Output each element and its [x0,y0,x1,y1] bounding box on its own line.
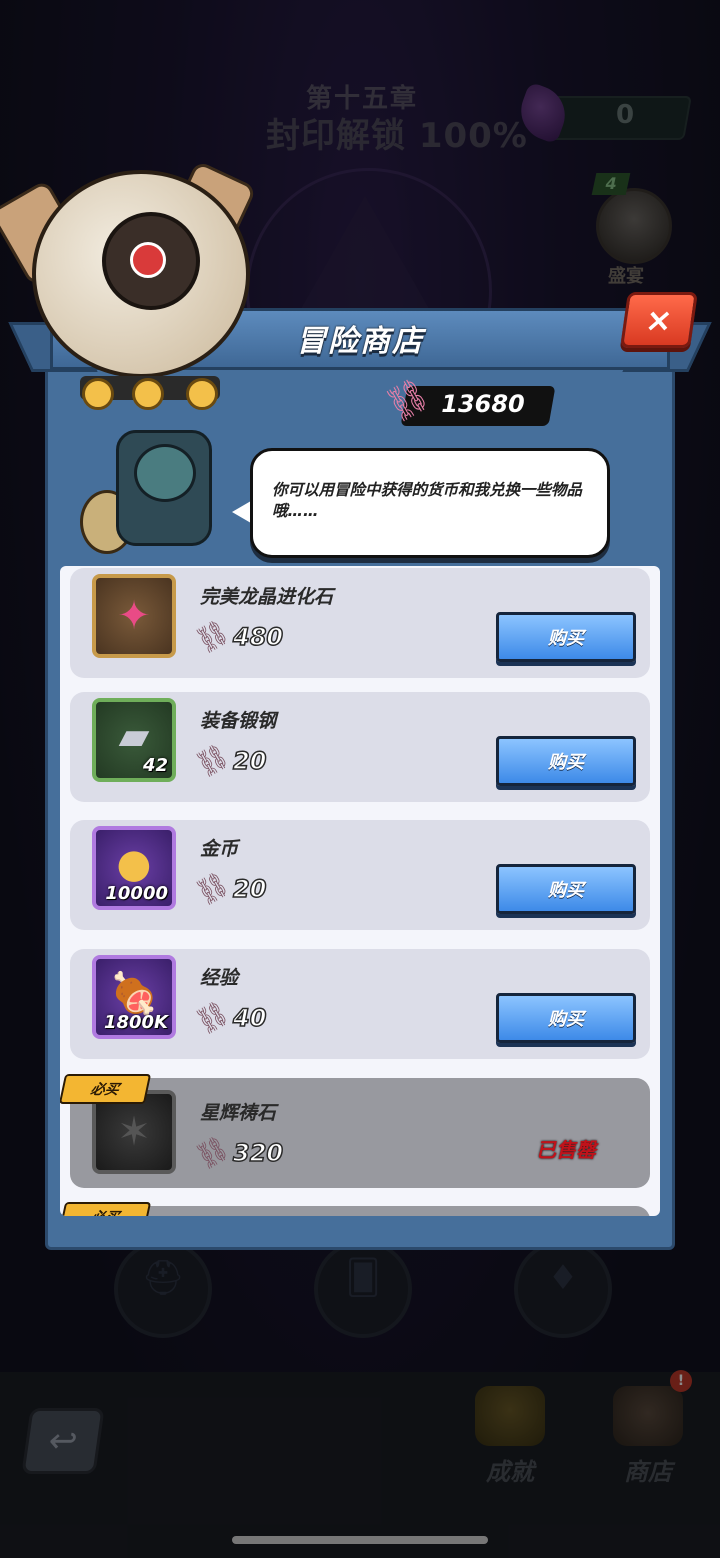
item-name: 金币 [200,838,239,860]
must-buy-badge: 必买 [60,1202,152,1216]
chain-currency-icon: ⛓ [190,867,235,911]
chain-currency-icon: ⛓ [190,615,235,659]
item-price-value: 480 [232,622,284,652]
shop-item-list[interactable]: ✦ 完美龙晶进化石 ⛓ 480 购买 ▰ 42 装备锻钢 ⛓ 20 购买 ● 1… [60,566,660,1216]
collar-coin-icon [186,378,218,410]
chain-currency-icon: ⛓ [190,996,235,1040]
buy-button[interactable]: 购买 [496,993,636,1043]
shop-item-row: ● 10000 金币 ⛓ 20 购买 [70,820,650,930]
item-name: 经验 [200,967,239,989]
shop-item-row: 🍖 1800K 经验 ⛓ 40 购买 [70,949,650,1059]
item-price: ⛓ 480 [191,616,284,658]
buy-button[interactable]: 购买 [496,864,636,914]
sold-out-label: 已售罄 [536,1138,596,1162]
item-icon-frame: ✦ [92,574,176,658]
shop-merchant-character [76,410,236,560]
shop-mascot-balloon [0,150,258,410]
collar-coin-icon [82,378,114,410]
item-name: 装备锻钢 [200,710,277,732]
item-name: 星辉祷石 [200,1102,277,1124]
item-price-value: 40 [232,1003,267,1033]
item-price: ⛓ 320 [191,1132,284,1174]
npc-dialog-text: 你可以用冒险中获得的货币和我兑换一些物品哦…… [272,481,583,520]
item-quantity: 10000 [105,883,168,904]
shop-item-row: ✦ 完美龙晶进化石 ⛓ 480 购买 [70,568,650,678]
collar-coin-icon [132,378,164,410]
item-price: ⛓ 40 [191,997,267,1039]
mascot-pupil [130,242,166,278]
close-icon: × [642,301,676,339]
item-icon-frame: ▰ 42 [92,698,176,782]
item-name: 完美龙晶进化石 [200,586,334,608]
item-icon-frame: 🍖 1800K [92,955,176,1039]
chain-currency-icon: ⛓ [190,1131,235,1175]
item-price-value: 20 [232,874,267,904]
buy-button[interactable]: 购买 [496,612,636,662]
buy-button[interactable]: 购买 [496,736,636,786]
shop-item-row-partial [70,1206,650,1216]
shop-item-row-sold-out: ✶ 星辉祷石 ⛓ 320 已售罄 [70,1078,650,1188]
close-button[interactable]: × [620,292,698,348]
must-buy-badge: 必买 [60,1074,152,1104]
star-stone-icon: ✶ [117,1109,151,1155]
item-icon-frame: ● 10000 [92,826,176,910]
crystal-icon: ✦ [117,593,151,639]
item-price-value: 20 [232,746,267,776]
item-price: ⛓ 20 [191,740,267,782]
chain-currency-icon: ⛓ [190,739,235,783]
item-price: ⛓ 20 [191,868,267,910]
item-price-value: 320 [232,1138,284,1168]
merchant-face [134,444,196,502]
shop-item-row: ▰ 42 装备锻钢 ⛓ 20 购买 [70,692,650,802]
item-quantity: 42 [142,755,168,776]
currency-value: 13680 [441,390,525,418]
item-quantity: 1800K [103,1012,168,1033]
